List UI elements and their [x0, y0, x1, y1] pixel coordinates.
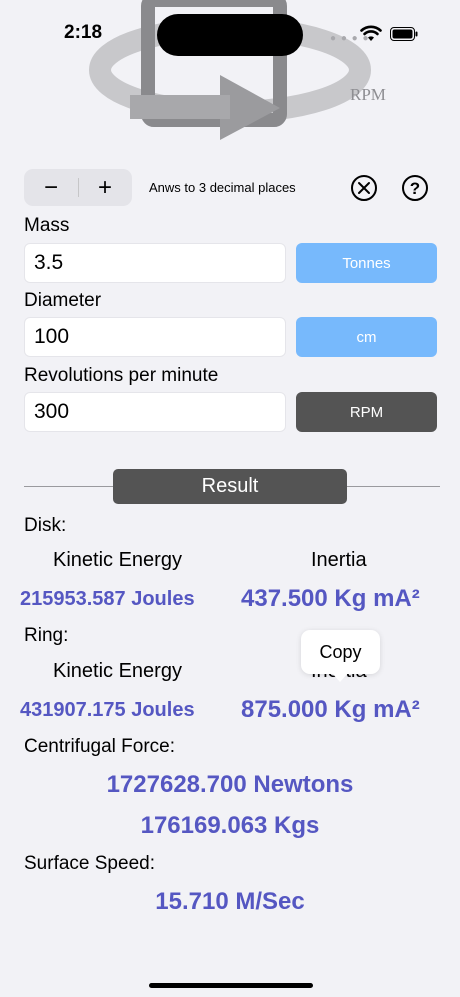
- clear-button[interactable]: [350, 174, 378, 202]
- surface-speed-title: Surface Speed:: [24, 853, 155, 874]
- mass-input[interactable]: 3.5: [24, 243, 286, 283]
- ring-inertia-value[interactable]: 875.000 Kg mA²: [241, 696, 420, 724]
- ring-title: Ring:: [24, 625, 69, 646]
- centrifugal-newtons-value[interactable]: 1727628.700 Newtons: [0, 771, 460, 799]
- wifi-icon: [360, 25, 382, 41]
- centrifugal-kgs-value[interactable]: 176169.063 Kgs: [0, 812, 460, 840]
- help-icon: ?: [402, 175, 428, 201]
- decimal-places-label: Anws to 3 decimal places: [149, 180, 296, 195]
- disk-ke-value[interactable]: 215953.587 Joules: [20, 588, 195, 611]
- logo-rpm-text: RPM: [350, 85, 386, 104]
- battery-icon: [390, 27, 418, 41]
- tooltip-arrow: [332, 673, 348, 682]
- diameter-label: Diameter: [24, 290, 102, 311]
- decrement-button[interactable]: −: [24, 169, 78, 206]
- rpm-label: Revolutions per minute: [24, 365, 219, 386]
- rpm-input[interactable]: 300: [24, 392, 286, 432]
- rpm-unit-button[interactable]: RPM: [296, 392, 437, 432]
- centrifugal-title: Centrifugal Force:: [24, 736, 176, 757]
- diameter-input[interactable]: 100: [24, 317, 286, 357]
- increment-button[interactable]: +: [78, 169, 132, 206]
- dynamic-island: [157, 14, 303, 56]
- disk-inertia-value[interactable]: 437.500 Kg mA²: [241, 585, 420, 613]
- disk-title: Disk:: [24, 515, 67, 536]
- disk-inertia-label: Inertia: [311, 549, 367, 571]
- mass-unit-button[interactable]: Tonnes: [296, 243, 437, 283]
- ring-ke-value[interactable]: 431907.175 Joules: [20, 699, 195, 722]
- copy-tooltip[interactable]: Copy: [301, 630, 380, 674]
- home-indicator: [149, 983, 313, 988]
- result-header: Result: [113, 469, 347, 504]
- surface-speed-value[interactable]: 15.710 M/Sec: [0, 888, 460, 916]
- svg-text:?: ?: [410, 179, 420, 198]
- clear-icon: [351, 175, 377, 201]
- decimal-stepper[interactable]: − +: [24, 169, 132, 206]
- disk-ke-label: Kinetic Energy: [53, 549, 182, 571]
- help-button[interactable]: ?: [401, 174, 429, 202]
- ring-ke-label: Kinetic Energy: [53, 660, 182, 682]
- diameter-unit-button[interactable]: cm: [296, 317, 437, 357]
- mass-label: Mass: [24, 215, 70, 236]
